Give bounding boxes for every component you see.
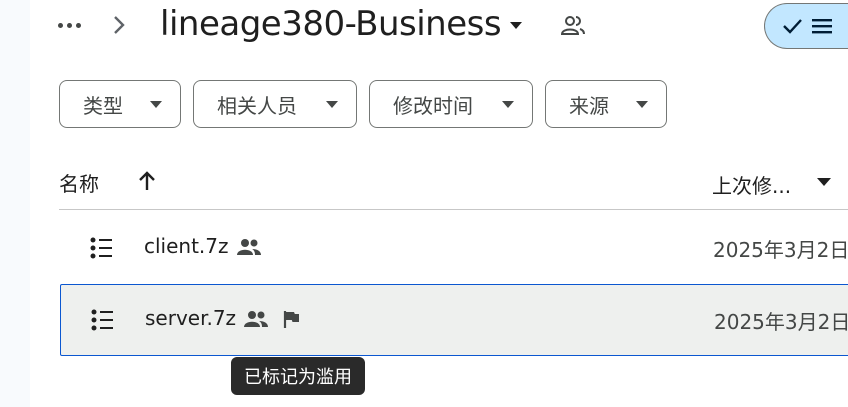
file-list-header: 名称 上次修... <box>59 158 848 210</box>
file-row[interactable]: client.7z 2025年3月2日 <box>60 213 848 283</box>
dropdown-caret-icon <box>636 101 648 108</box>
more-horiz-icon <box>57 22 63 28</box>
dropdown-caret-icon[interactable] <box>817 178 831 186</box>
file-row-selected[interactable]: server.7z 2025年3月2日 <box>60 284 848 356</box>
filter-people-chip[interactable]: 相关人员 <box>193 80 357 128</box>
check-icon <box>783 19 802 34</box>
archive-file-icon <box>91 309 113 331</box>
dropdown-caret-icon <box>326 101 338 108</box>
file-name: server.7z <box>145 306 237 330</box>
list-view-toggle[interactable] <box>764 3 848 49</box>
filter-people-label: 相关人员 <box>217 93 297 118</box>
shared-people-icon <box>237 239 261 255</box>
filter-source-label: 来源 <box>569 93 609 118</box>
folder-header: lineage380-Business <box>30 0 848 60</box>
shared-people-icon <box>560 16 585 35</box>
column-modified-header[interactable]: 上次修... <box>712 170 791 199</box>
arrow-up-icon[interactable] <box>137 170 157 192</box>
dropdown-caret-icon[interactable] <box>508 20 524 30</box>
dropdown-caret-icon <box>150 101 162 108</box>
filter-modified-label: 修改时间 <box>393 93 473 118</box>
column-name-header[interactable]: 名称 <box>59 168 99 197</box>
chevron-right-icon <box>114 16 125 34</box>
list-view-icon <box>812 19 832 34</box>
filter-source-chip[interactable]: 来源 <box>545 80 667 128</box>
shared-people-icon <box>244 311 268 327</box>
archive-file-icon <box>90 237 112 259</box>
flag-icon[interactable] <box>282 309 302 329</box>
more-breadcrumbs-button[interactable] <box>54 10 84 40</box>
file-modified-date: 2025年3月2日 <box>714 310 848 334</box>
filter-type-chip[interactable]: 类型 <box>59 80 181 128</box>
folder-title[interactable]: lineage380-Business <box>160 4 502 44</box>
file-modified-date: 2025年3月2日 <box>713 238 848 262</box>
filter-type-label: 类型 <box>83 93 123 118</box>
flag-tooltip: 已标记为滥用 <box>231 357 365 395</box>
dropdown-caret-icon <box>502 101 514 108</box>
file-name: client.7z <box>144 234 229 258</box>
left-navigation-edge <box>0 0 30 407</box>
filter-modified-chip[interactable]: 修改时间 <box>369 80 533 128</box>
